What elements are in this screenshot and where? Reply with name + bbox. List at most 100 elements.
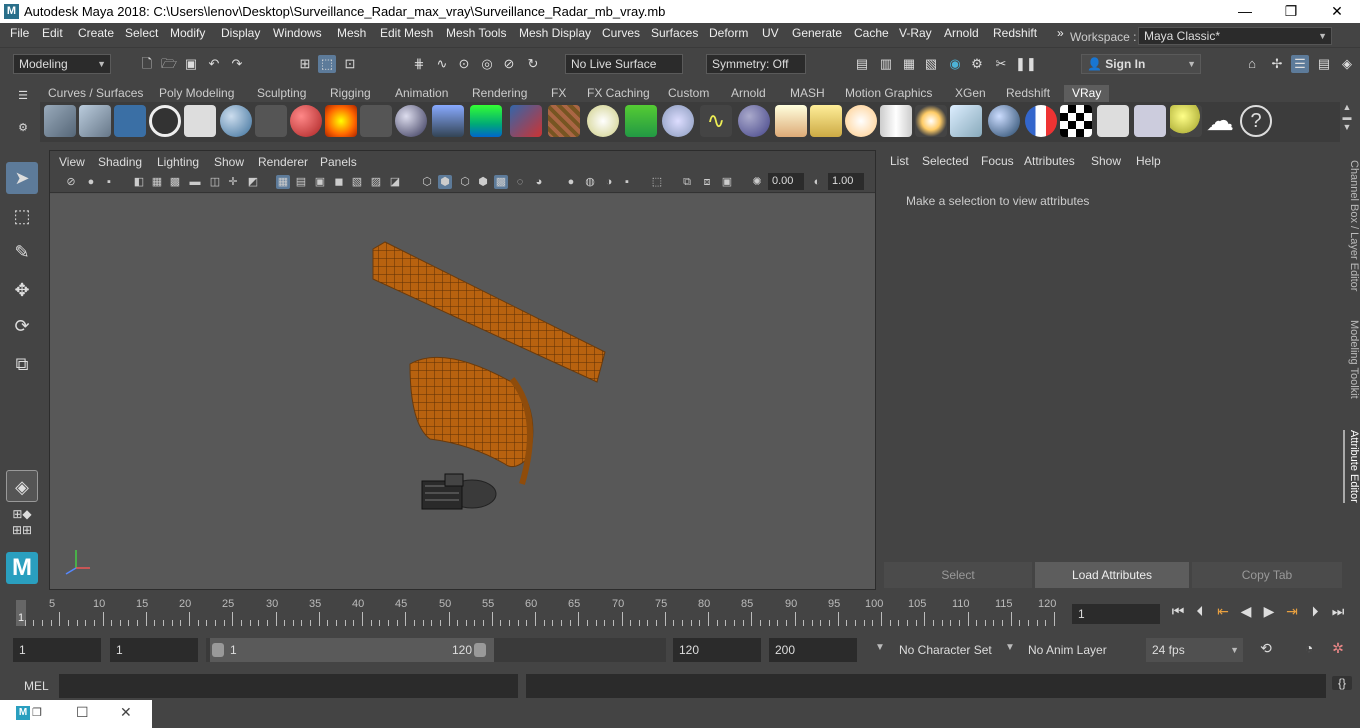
wireframe-icon[interactable]: ▤ <box>294 175 308 189</box>
exposure-icon[interactable]: ✺ <box>750 175 764 189</box>
restore-button[interactable]: ❐ <box>1268 0 1314 23</box>
menu-overflow-icon[interactable]: » <box>1057 26 1064 40</box>
image-plane-icon[interactable]: ▪ <box>102 175 116 189</box>
hud-icon[interactable]: ◍ <box>583 175 597 189</box>
backface-icon[interactable]: ⬢ <box>476 175 490 189</box>
copy-tab-button[interactable]: Copy Tab <box>1192 562 1342 588</box>
vp-menu-renderer[interactable]: Renderer <box>258 155 308 169</box>
range-start-handle[interactable] <box>212 643 224 657</box>
panel-layout-icon[interactable]: ▣ <box>720 175 734 189</box>
vray-sun-icon[interactable] <box>775 105 807 137</box>
render-settings-icon[interactable]: ▧ <box>922 55 940 73</box>
snap-point-icon[interactable]: ⊙ <box>455 55 473 73</box>
tab-custom[interactable]: Custom <box>660 85 717 102</box>
select-object-icon[interactable]: ⬚ <box>318 55 336 73</box>
playback-start-field[interactable]: 1 <box>110 638 198 662</box>
modeling-toolkit-icon[interactable]: ⌂ <box>1243 55 1261 73</box>
tab-fx[interactable]: FX <box>543 85 574 102</box>
vray-env-fog-icon[interactable] <box>470 105 502 137</box>
save-scene-icon[interactable]: ▣ <box>182 55 200 73</box>
field-chart-icon[interactable]: ◫ <box>208 175 222 189</box>
tab-animation[interactable]: Animation <box>387 85 456 102</box>
range-bar[interactable]: 1 120 <box>206 638 666 662</box>
vp-menu-view[interactable]: View <box>59 155 85 169</box>
go-to-start-icon[interactable]: ⏮ <box>1168 603 1188 620</box>
ipr-render-icon[interactable]: ▦ <box>900 55 918 73</box>
bookmark-icon[interactable]: ● <box>84 175 98 189</box>
tab-sculpting[interactable]: Sculpting <box>249 85 314 102</box>
vray-render-icon[interactable] <box>44 105 76 137</box>
scale-tool-icon[interactable]: ⧉ <box>6 348 38 380</box>
ae-menu-selected[interactable]: Selected <box>922 154 969 168</box>
safe-title-icon[interactable]: ◩ <box>246 175 260 189</box>
depth-of-field-icon[interactable]: ● <box>564 175 578 189</box>
sign-in-button[interactable]: 👤 Sign In ▼ <box>1081 54 1201 74</box>
vray-displacement-icon[interactable] <box>510 105 542 137</box>
loop-icon[interactable]: ⟲ <box>1256 640 1276 657</box>
menu-create[interactable]: Create <box>78 26 114 40</box>
shelf-settings-icon[interactable]: ⚙ <box>14 119 32 137</box>
menu-vray[interactable]: V-Ray <box>899 26 932 40</box>
vray-fire-icon[interactable] <box>325 105 357 137</box>
vray-spot-light-icon[interactable] <box>880 105 912 137</box>
menu-windows[interactable]: Windows <box>273 26 322 40</box>
gamma-field-icon[interactable]: ◐ <box>810 175 824 189</box>
vray-settings-icon[interactable] <box>184 105 216 137</box>
tab-redshift[interactable]: Redshift <box>998 85 1058 102</box>
smooth-shade-icon[interactable]: ▣ <box>313 175 327 189</box>
vray-proxy-icon[interactable] <box>360 105 392 137</box>
move-tool-icon[interactable]: ✥ <box>6 274 38 306</box>
menu-edit-mesh[interactable]: Edit Mesh <box>380 26 433 40</box>
shelf-scroll[interactable]: ▲ ▬ ▼ <box>1340 102 1354 142</box>
restore-window-icon[interactable]: ❐ <box>32 706 42 719</box>
render-sequence-icon[interactable]: ▥ <box>877 55 895 73</box>
help-icon[interactable]: ? <box>1240 105 1272 137</box>
scene-end-field[interactable]: 200 <box>769 638 857 662</box>
paint-select-tool-icon[interactable]: ✎ <box>6 236 38 268</box>
load-attributes-button[interactable]: Load Attributes <box>1035 562 1189 588</box>
open-scene-icon[interactable]: 🗁 <box>160 55 178 73</box>
character-set-select[interactable]: No Character Set <box>893 638 1005 662</box>
tab-mash[interactable]: MASH <box>782 85 833 102</box>
tab-vray[interactable]: VRay <box>1064 85 1110 102</box>
undo-icon[interactable]: ↶ <box>205 55 223 73</box>
auto-key-icon[interactable]: ◔ <box>1299 640 1319 656</box>
shadows-icon[interactable]: ◪ <box>388 175 402 189</box>
tab-motion-graphics[interactable]: Motion Graphics <box>837 85 940 102</box>
xray-joints-icon[interactable]: ⬡ <box>458 175 472 189</box>
vray-rect-light-icon[interactable] <box>950 105 982 137</box>
play-forward-icon[interactable]: ▶ <box>1259 603 1279 620</box>
grid-icon[interactable]: ▦ <box>276 175 290 189</box>
snap-view-icon[interactable]: ◎ <box>478 55 496 73</box>
script-language-label[interactable]: MEL <box>24 679 49 693</box>
select-component-icon[interactable]: ⊡ <box>341 55 359 73</box>
xray-icon[interactable]: ⬢ <box>438 175 452 189</box>
tab-poly-modeling[interactable]: Poly Modeling <box>151 85 242 102</box>
vp-menu-lighting[interactable]: Lighting <box>157 155 199 169</box>
close-window-icon[interactable]: ✕ <box>120 704 132 721</box>
channel-box-icon[interactable]: ☰ <box>1291 55 1309 73</box>
tab-arnold[interactable]: Arnold <box>723 85 774 102</box>
go-to-end-icon[interactable]: ⏭ <box>1328 603 1348 620</box>
snap-surface-icon[interactable]: ⊘ <box>500 55 518 73</box>
animation-prefs-icon[interactable]: ✲ <box>1328 640 1348 657</box>
render-setup-icon[interactable]: ⚙ <box>968 55 986 73</box>
menu-generate[interactable]: Generate <box>792 26 842 40</box>
attribute-editor-icon[interactable]: ◈ <box>1338 55 1356 73</box>
vray-fur-icon[interactable] <box>625 105 657 137</box>
prev-key-icon[interactable]: ⇤ <box>1213 603 1233 620</box>
vray-blend-material-icon[interactable] <box>290 105 322 137</box>
motion-blur-icon[interactable]: ◌ <box>513 175 527 189</box>
vray-ipr-icon[interactable] <box>79 105 111 137</box>
tool-settings-icon[interactable]: ▤ <box>1315 55 1333 73</box>
menu-display[interactable]: Display <box>221 26 260 40</box>
menu-mesh[interactable]: Mesh <box>337 26 366 40</box>
layout-presets-icon[interactable]: ⊞◆ ⊞⊞ <box>6 506 38 538</box>
isolate-select-icon[interactable]: ⬡ <box>420 175 434 189</box>
workspace-select[interactable]: Maya Classic* ▼ <box>1138 27 1332 45</box>
vray-logo-icon[interactable] <box>149 105 181 137</box>
ae-menu-focus[interactable]: Focus <box>981 154 1014 168</box>
multisample-icon[interactable]: ◕ <box>532 175 546 189</box>
pause-viewport-icon[interactable]: ❚❚ <box>1015 55 1037 73</box>
step-back-key-icon[interactable]: ⏴ <box>1190 603 1210 620</box>
